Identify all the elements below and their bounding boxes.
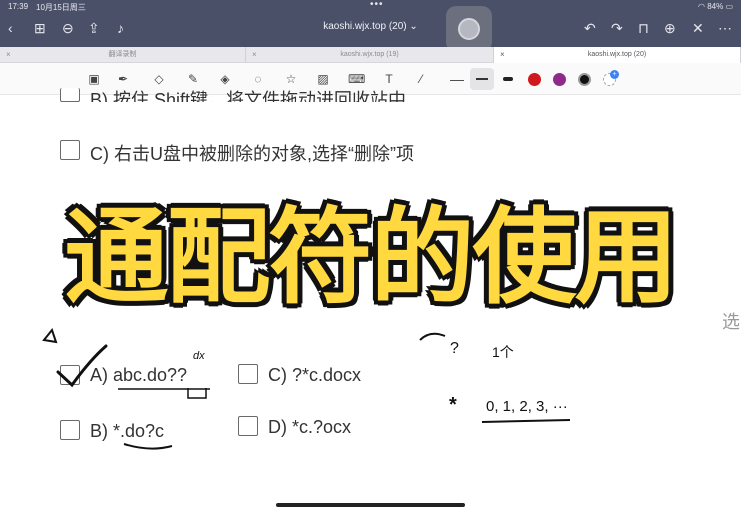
ink-underline-seq — [481, 419, 571, 423]
ink-star: * — [449, 394, 457, 416]
overlay-title: 通配符的使用 — [64, 196, 678, 318]
ink-arc — [419, 332, 446, 341]
ink-one-char: 1个 — [492, 344, 514, 360]
ink-triangle — [42, 327, 58, 344]
ink-question-mark: ? — [450, 340, 459, 357]
ink-sequence: 0, 1, 2, 3, ··· — [486, 398, 568, 415]
ink-dx: dx — [193, 350, 205, 362]
home-indicator[interactable] — [276, 503, 465, 507]
ink-checkmark — [56, 344, 108, 388]
ink-underline-b — [123, 443, 173, 450]
